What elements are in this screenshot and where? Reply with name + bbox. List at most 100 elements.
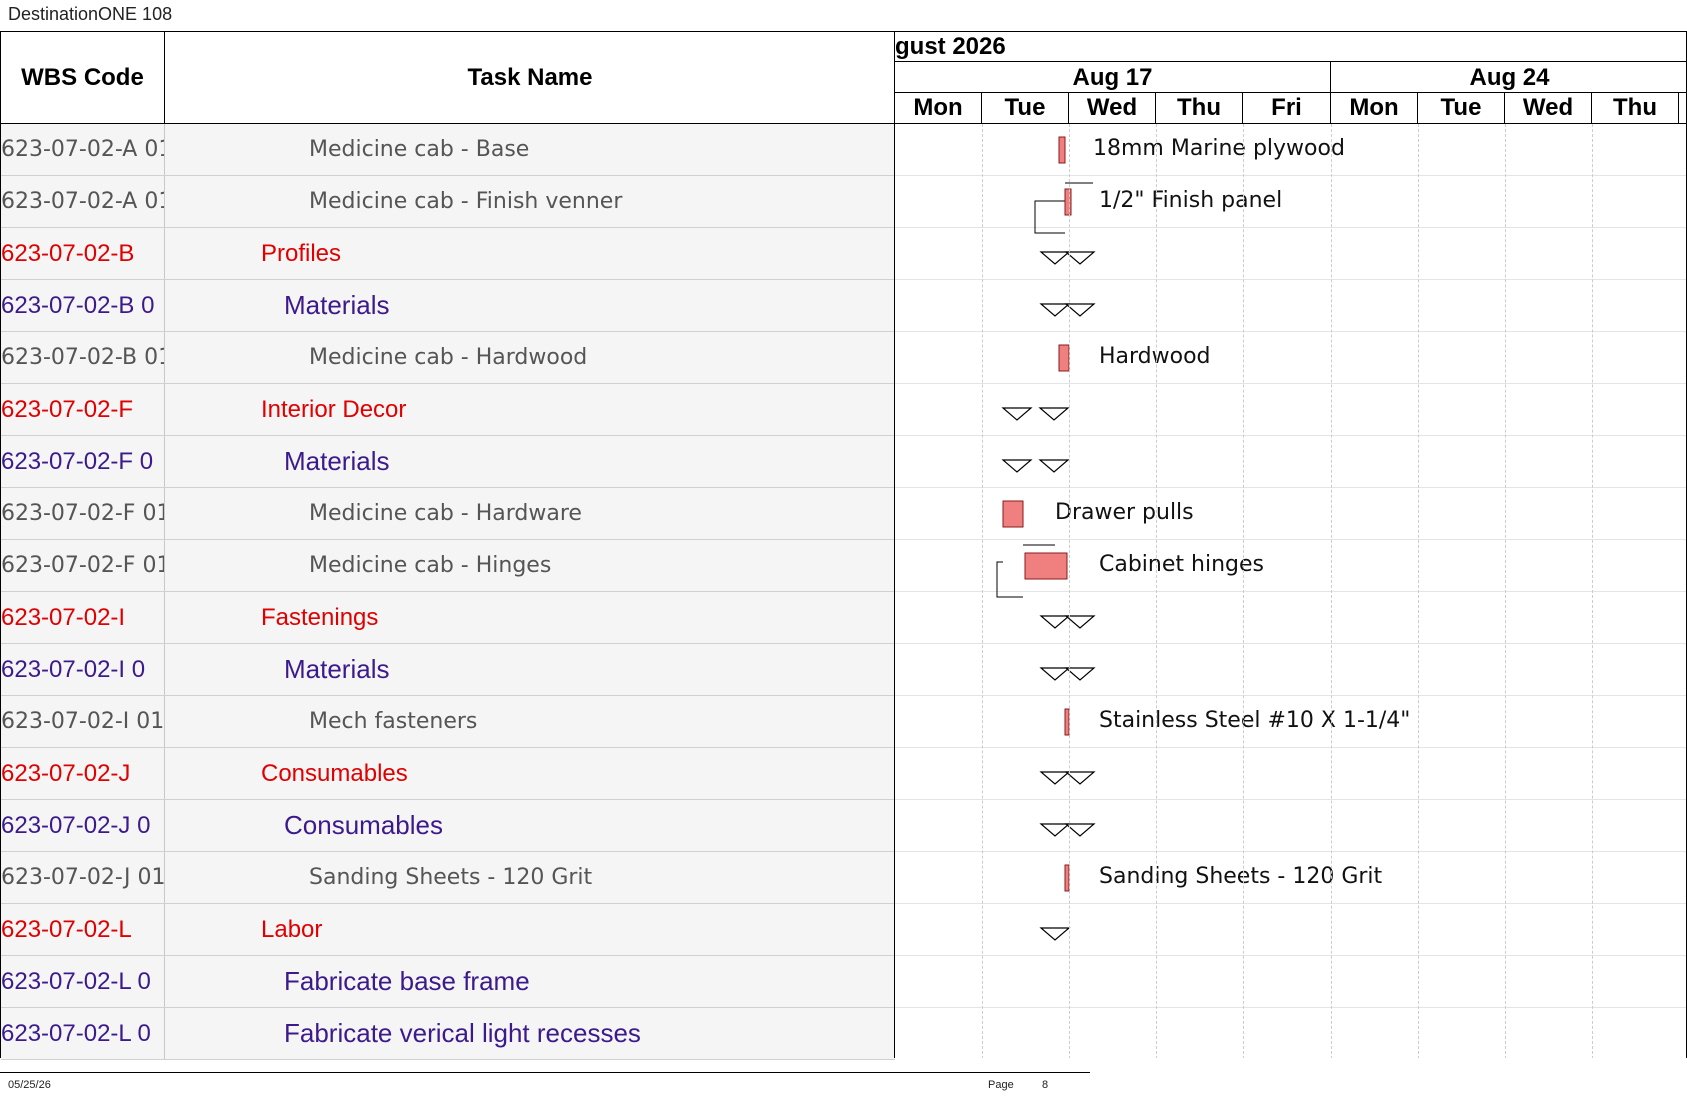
task-bar[interactable] (1058, 344, 1070, 372)
day-gridline (1243, 124, 1244, 1058)
footer-date: 05/25/26 (8, 1079, 51, 1091)
table-row[interactable]: 623-07-02-L 0 Fabricate base frame (1, 956, 895, 1008)
gantt-bars-layer (996, 136, 1096, 941)
table-row[interactable]: 623-07-02-F 0 Materials (1, 436, 895, 488)
summary-marker[interactable] (1039, 667, 1071, 681)
bar-label: Stainless Steel #10 X 1-1/4" (1099, 708, 1411, 733)
wbs-code-cell: 623-07-02-B (1, 228, 165, 279)
table-row[interactable]: 623-07-02-I Fastenings (1, 592, 895, 644)
summary-marker[interactable] (1064, 615, 1096, 629)
task-name-cell: Profiles (261, 240, 342, 267)
task-name-cell: Medicine cab - Finish venner (309, 189, 623, 214)
day-gridline (1592, 124, 1593, 1058)
task-name-cell: Consumables (284, 810, 443, 840)
wbs-code-cell: 623-07-02-L (1, 904, 165, 955)
summary-marker[interactable] (1064, 823, 1096, 837)
table-row[interactable]: 623-07-02-B Profiles (1, 228, 895, 280)
footer-page-number: 8 (1042, 1079, 1049, 1091)
gantt-view: WBS Code Task Name 623-07-02-A 01 Medicin… (0, 31, 1687, 1060)
wbs-code-cell: 623-07-02-J (1, 748, 165, 799)
wbs-code-cell: 623-07-02-A 01 (1, 176, 165, 227)
table-row[interactable]: 623-07-02-J Consumables (1, 748, 895, 800)
summary-marker[interactable] (1001, 459, 1033, 473)
task-name-cell: Sanding Sheets - 120 Grit (309, 865, 593, 890)
day-gridline (1331, 124, 1332, 1058)
table-row[interactable]: 623-07-02-A 01 Medicine cab - Base (1, 124, 895, 176)
document-title: DestinationONE 108 (8, 4, 173, 24)
dependency-line (1034, 200, 1065, 234)
summary-marker[interactable] (1038, 407, 1070, 421)
wbs-code-cell: 623-07-02-I 01 (1, 696, 165, 747)
wbs-code-cell: 623-07-02-L 0 (1, 1008, 165, 1059)
table-row[interactable]: 623-07-02-I 0 Materials (1, 644, 895, 696)
wbs-code-cell: 623-07-02-J 01 (1, 852, 165, 903)
table-row[interactable]: 623-07-02-F Interior Decor (1, 384, 895, 436)
task-name-cell: Medicine cab - Hardwood (309, 345, 588, 370)
task-table: WBS Code Task Name 623-07-02-A 01 Medicin… (0, 31, 895, 1060)
task-bar[interactable] (1058, 136, 1066, 164)
bar-label: Hardwood (1099, 344, 1211, 369)
wbs-code-cell: 623-07-02-B 01 (1, 332, 165, 383)
summary-marker[interactable] (1038, 459, 1070, 473)
task-bar[interactable] (1024, 552, 1068, 580)
task-bar[interactable] (1064, 188, 1072, 216)
summary-marker[interactable] (1064, 303, 1096, 317)
summary-marker[interactable] (1001, 407, 1033, 421)
table-row[interactable]: 623-07-02-L Labor (1, 904, 895, 956)
summary-marker[interactable] (1064, 771, 1096, 785)
summary-marker[interactable] (1039, 615, 1071, 629)
day-gridline (1156, 124, 1157, 1058)
wbs-column-header[interactable]: WBS Code (1, 32, 165, 124)
task-name-cell: Fastenings (261, 604, 379, 631)
day-gridline (1505, 124, 1506, 1058)
task-name-column-header[interactable]: Task Name (165, 32, 895, 124)
wbs-code-cell: 623-07-02-F (1, 384, 165, 435)
bar-label: Drawer pulls (1055, 500, 1194, 525)
summary-marker[interactable] (1039, 927, 1071, 941)
wbs-code-cell: 623-07-02-F 0 (1, 436, 165, 487)
day-gridline (982, 124, 983, 1058)
task-name-cell: Materials (284, 290, 390, 320)
table-row[interactable]: 623-07-02-J 0 Consumables (1, 800, 895, 852)
dependency-line (996, 561, 1023, 598)
footer-divider (0, 1072, 1090, 1073)
footer-page-label: Page (988, 1079, 1014, 1091)
summary-marker[interactable] (1064, 667, 1096, 681)
day-gridline (1069, 124, 1070, 1058)
task-name-cell: Mech fasteners (309, 709, 478, 734)
table-row[interactable]: 623-07-02-F 01 Medicine cab - Hinges (1, 540, 895, 592)
table-row[interactable]: 623-07-02-I 01 Mech fasteners (1, 696, 895, 748)
summary-marker[interactable] (1039, 771, 1071, 785)
wbs-code-cell: 623-07-02-I 0 (1, 644, 165, 695)
wbs-code-cell: 623-07-02-F 01 (1, 540, 165, 591)
table-row[interactable]: 623-07-02-B 01 Medicine cab - Hardwood (1, 332, 895, 384)
task-name-cell: Materials (284, 446, 390, 476)
wbs-code-cell: 623-07-02-J 0 (1, 800, 165, 851)
table-row[interactable]: 623-07-02-L 0 Fabricate verical light rec… (1, 1008, 895, 1060)
task-name-cell: Medicine cab - Hardware (309, 501, 582, 526)
task-name-cell: Fabricate verical light recesses (284, 1018, 641, 1048)
wbs-code-cell: 623-07-02-B 0 (1, 280, 165, 331)
task-bar[interactable] (1002, 500, 1024, 528)
table-row[interactable]: 623-07-02-F 01 Medicine cab - Hardware (1, 488, 895, 540)
summary-marker[interactable] (1039, 251, 1071, 265)
bar-label: 1/2" Finish panel (1099, 188, 1283, 213)
summary-marker[interactable] (1039, 823, 1071, 837)
task-name-cell: Labor (261, 916, 323, 943)
bar-label: Cabinet hinges (1099, 552, 1264, 577)
table-row[interactable]: 623-07-02-B 0 Materials (1, 280, 895, 332)
task-name-cell: Consumables (261, 760, 408, 787)
summary-marker[interactable] (1064, 251, 1096, 265)
task-name-cell: Fabricate base frame (284, 966, 530, 996)
table-row[interactable]: 623-07-02-J 01 Sanding Sheets - 120 Grit (1, 852, 895, 904)
task-name-cell: Medicine cab - Base (309, 137, 530, 162)
summary-marker[interactable] (1039, 303, 1071, 317)
day-gridline (1418, 124, 1419, 1058)
bar-label: 18mm Marine plywood (1093, 136, 1345, 161)
wbs-code-cell: 623-07-02-L 0 (1, 956, 165, 1007)
task-name-cell: Medicine cab - Hinges (309, 553, 552, 578)
wbs-code-cell: 623-07-02-I (1, 592, 165, 643)
wbs-code-cell: 623-07-02-F 01 (1, 488, 165, 539)
gantt-chart: gust 2026 Aug 17 Aug 24 Mon Tue Wed Thu Fri M… (894, 31, 1687, 1058)
table-row[interactable]: 623-07-02-A 01 Medicine cab - Finish venn… (1, 176, 895, 228)
